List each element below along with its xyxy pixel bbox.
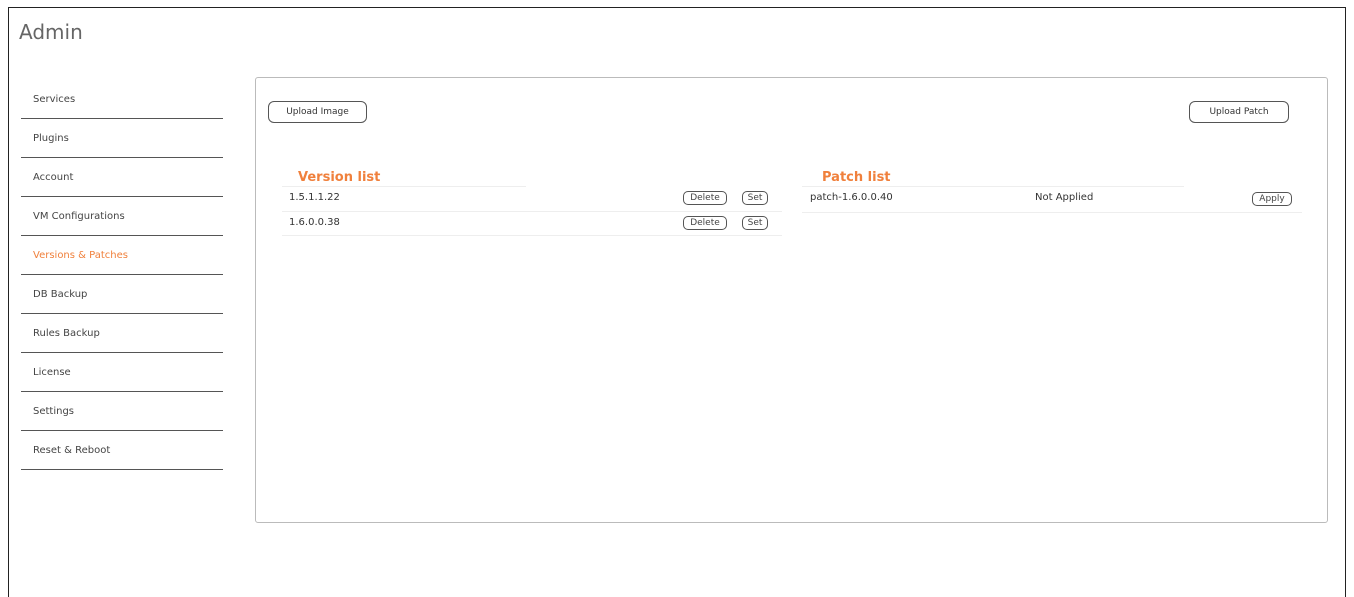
- sidebar-item-plugins[interactable]: Plugins: [21, 119, 223, 158]
- row-divider: [282, 211, 782, 212]
- delete-version-button[interactable]: Delete: [683, 216, 727, 230]
- page-title: Admin: [19, 20, 83, 44]
- upload-patch-button[interactable]: Upload Patch: [1189, 101, 1289, 123]
- delete-version-button[interactable]: Delete: [683, 191, 727, 205]
- sidebar-item-services[interactable]: Services: [21, 80, 223, 119]
- versions-patches-panel: Upload Image Upload Patch Version list 1…: [255, 77, 1328, 523]
- version-list-divider: [282, 186, 526, 187]
- patch-list-divider: [802, 186, 1184, 187]
- upload-image-button[interactable]: Upload Image: [268, 101, 367, 123]
- patch-status: Not Applied: [1035, 192, 1094, 203]
- sidebar-item-vm-configurations[interactable]: VM Configurations: [21, 197, 223, 236]
- version-number: 1.6.0.0.38: [289, 217, 340, 228]
- sidebar-item-settings[interactable]: Settings: [21, 392, 223, 431]
- sidebar-item-reset-reboot[interactable]: Reset & Reboot: [21, 431, 223, 470]
- version-number: 1.5.1.1.22: [289, 192, 340, 203]
- sidebar-item-db-backup[interactable]: DB Backup: [21, 275, 223, 314]
- sidebar-item-rules-backup[interactable]: Rules Backup: [21, 314, 223, 353]
- patch-name: patch-1.6.0.0.40: [810, 192, 893, 203]
- apply-patch-button[interactable]: Apply: [1252, 192, 1292, 206]
- sidebar-item-versions-patches[interactable]: Versions & Patches: [21, 236, 223, 275]
- set-version-button[interactable]: Set: [742, 191, 768, 205]
- row-divider: [802, 212, 1302, 213]
- sidebar-item-license[interactable]: License: [21, 353, 223, 392]
- admin-window: Admin Services Plugins Account VM Config…: [8, 7, 1346, 597]
- row-divider: [282, 235, 782, 236]
- set-version-button[interactable]: Set: [742, 216, 768, 230]
- patch-list-title: Patch list: [822, 170, 891, 185]
- version-list-title: Version list: [298, 170, 381, 185]
- sidebar-item-account[interactable]: Account: [21, 158, 223, 197]
- sidebar: Services Plugins Account VM Configuratio…: [21, 80, 223, 470]
